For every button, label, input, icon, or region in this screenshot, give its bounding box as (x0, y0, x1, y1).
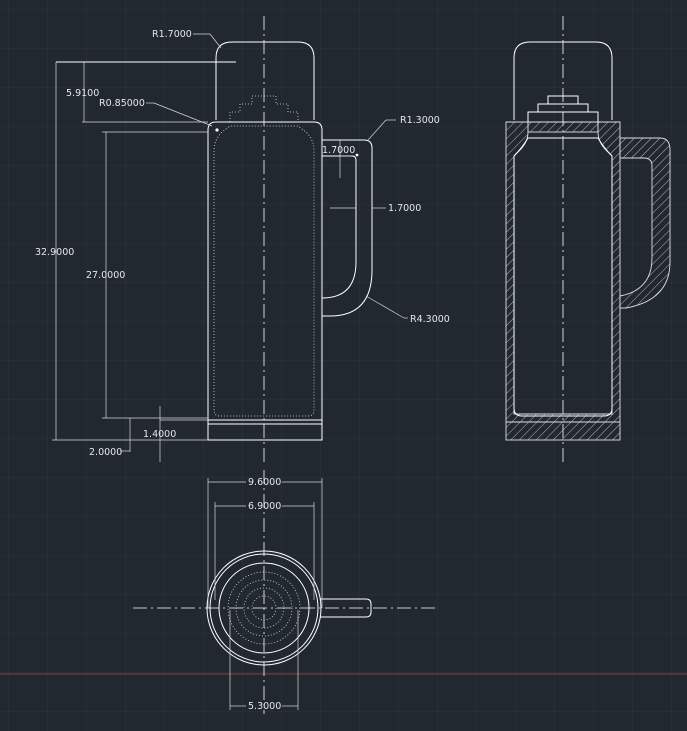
dim-r-handle-top: R1.3000 (400, 115, 440, 126)
dim-outer-diameter: 9.6000 (248, 477, 281, 488)
dim-inner-diameter: 6.9000 (248, 501, 281, 512)
dim-base-height: 2.0000 (89, 447, 122, 458)
dim-lid-height: 5.9100 (66, 88, 99, 99)
dim-r-handle-bottom: R4.3000 (410, 314, 450, 325)
dim-body-height: 27.0000 (86, 270, 125, 281)
dim-r-lid: R1.7000 (152, 29, 192, 40)
dim-r-shoulder: R0.85000 (99, 98, 145, 109)
dim-overall-height: 32.9000 (35, 247, 74, 258)
drawing-grid (0, 0, 687, 731)
dim-base-step: 1.4000 (143, 429, 176, 440)
cad-drawing-canvas[interactable]: R1.7000 5.9100 R0.85000 R1.3000 1.7000 1… (0, 0, 687, 731)
dim-handle-thickness: 1.7000 (388, 203, 421, 214)
dim-handle-gap: 1.7000 (322, 145, 355, 156)
dim-neck-diameter: 5.3000 (248, 701, 281, 712)
